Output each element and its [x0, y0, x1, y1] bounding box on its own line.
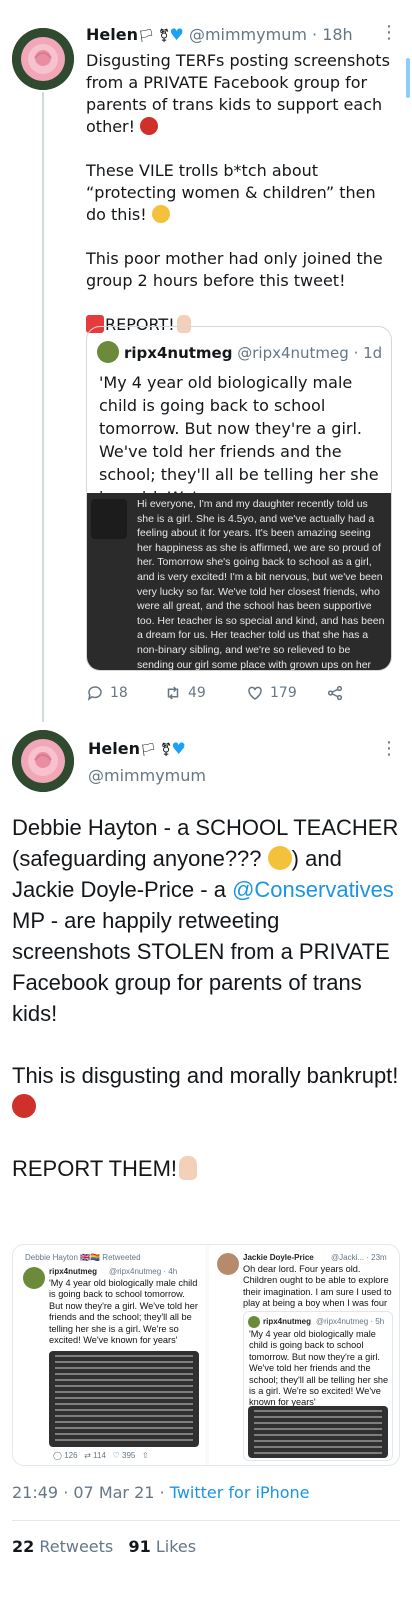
- more-options-icon[interactable]: ⋮: [380, 738, 398, 759]
- reply-button[interactable]: 18: [86, 684, 128, 702]
- retweet-icon: [167, 686, 179, 700]
- tweet-text: Debbie Hayton - a SCHOOL TEACHER (safegu…: [12, 812, 400, 1184]
- angry-face-icon: [140, 117, 159, 135]
- screenshot-avatar: [23, 1267, 45, 1289]
- angry-face-icon: [12, 1094, 36, 1118]
- reply-icon: [87, 686, 102, 701]
- quoted-tweet[interactable]: ripx4nutmeg @ripx4nutmeg · 1d 'My 4 year…: [86, 326, 392, 671]
- heart-icon: [248, 686, 262, 700]
- exploding-head-icon: [151, 205, 170, 223]
- rose-avatar-image: [12, 730, 74, 792]
- tweet-time[interactable]: · 18h: [312, 25, 353, 44]
- tweet-media[interactable]: Debbie Hayton 🇬🇧🏳️‍🌈 Retweeted ripx4nutm…: [12, 1244, 400, 1466]
- quoted-text: 'My 4 year old biologically male child i…: [99, 373, 379, 507]
- screenshot-quoted-name: ripx4nutmeg: [263, 1317, 312, 1326]
- pointing-down-hand-icon: [179, 1156, 198, 1180]
- tweet-paragraph: REPORT THEM!: [12, 1156, 178, 1181]
- like-count: 395: [122, 1451, 136, 1460]
- blue-heart-icon: ♥: [169, 25, 184, 44]
- blue-heart-icon: ♥: [171, 739, 186, 758]
- share-icon: [327, 685, 343, 701]
- avatar[interactable]: [12, 730, 74, 792]
- engagement-stats: 22 Retweets 91 Likes: [12, 1537, 196, 1556]
- tweet-text-part: MP - are happily retweeting screenshots …: [12, 908, 390, 1026]
- screenshot-text: Hi everyone, I'm and my daughter recentl…: [137, 498, 385, 671]
- quoted-author-handle: @ripx4nutmeg: [237, 344, 349, 362]
- reply-icon: ◯: [53, 1451, 62, 1460]
- screenshot-quoted-tweet: ripx4nutmeg @ripx4nutmeg · 5h 'My 4 year…: [243, 1311, 393, 1461]
- retweet-total: 22: [12, 1537, 35, 1556]
- screenshot-author-handle: @ripx4nutmeg · 4h: [109, 1267, 178, 1276]
- retweet-label: Retweets: [34, 1537, 114, 1556]
- screenshot-dark-image: [49, 1351, 199, 1447]
- screenshot-quoted-text: 'My 4 year old biologically male child i…: [249, 1329, 389, 1408]
- screenshot-avatar: [217, 1253, 239, 1275]
- screenshot-avatar: [248, 1316, 260, 1328]
- screenshot-quoted-handle: @ripx4nutmeg · 5h: [316, 1317, 385, 1326]
- screenshot-text: 'My 4 year old biologically male child i…: [49, 1278, 198, 1346]
- quoted-author-name: ripx4nutmeg: [124, 344, 233, 362]
- redacted-profile-image: [91, 499, 127, 539]
- share-icon: ⇧: [142, 1451, 149, 1460]
- share-button[interactable]: [326, 684, 344, 702]
- like-label: Likes: [150, 1537, 197, 1556]
- tweet-actions: 18 49 179: [86, 684, 366, 704]
- retweet-button[interactable]: 49: [164, 684, 206, 702]
- tweet-paragraph: This poor mother had only joined the gro…: [86, 249, 383, 290]
- thread-line: [42, 92, 44, 722]
- tweet-timestamp: 21:49 · 07 Mar 21 · Twitter for iPhone: [12, 1483, 310, 1502]
- scrollbar[interactable]: [406, 58, 410, 98]
- screenshot-dark-image: [248, 1406, 388, 1458]
- retweets-stat[interactable]: 22 Retweets: [12, 1537, 113, 1556]
- tweet-paragraph: These VILE trolls b*tch about “protectin…: [86, 161, 376, 224]
- like-count: 179: [270, 685, 297, 701]
- tweet-paragraph: Disgusting TERFs posting screenshots fro…: [86, 51, 390, 136]
- quoted-screenshot-image[interactable]: Hi everyone, I'm and my daughter recentl…: [87, 493, 391, 671]
- tweet-paragraph: This is disgusting and morally bankrupt!: [12, 1063, 399, 1088]
- reply-count: 126: [64, 1451, 78, 1460]
- author-name-line[interactable]: Helen🏳 ⚧♥: [88, 738, 186, 762]
- rose-avatar-image: [12, 28, 74, 90]
- author-handle[interactable]: @mimmymum: [88, 766, 206, 785]
- quoted-avatar[interactable]: [97, 341, 119, 363]
- screenshot-author-name: ripx4nutmeg: [49, 1267, 98, 1276]
- author-handle[interactable]: @mimmymum: [189, 25, 307, 44]
- source-link[interactable]: Twitter for iPhone: [170, 1483, 310, 1502]
- timestamp-text: 21:49 · 07 Mar 21 ·: [12, 1483, 170, 1502]
- media-image-left[interactable]: Debbie Hayton 🇬🇧🏳️‍🌈 Retweeted ripx4nutm…: [13, 1245, 205, 1465]
- retweeted-by-label: Debbie Hayton 🇬🇧🏳️‍🌈 Retweeted: [25, 1253, 141, 1262]
- profile-badges: 🏳 ⚧: [137, 29, 170, 44]
- retweet-count: 114: [93, 1451, 106, 1460]
- screenshot-actions: ◯ 126 ⇄ 114 ♡ 395 ⇧: [53, 1451, 149, 1460]
- reply-count: 18: [110, 685, 128, 701]
- author-name[interactable]: Helen: [88, 739, 140, 758]
- tweet-text: Disgusting TERFs posting screenshots fro…: [86, 50, 391, 336]
- avatar[interactable]: [12, 28, 74, 90]
- like-total: 91: [128, 1537, 151, 1556]
- screenshot-author-handle: @Jacki... · 23m: [331, 1253, 387, 1262]
- screenshot-author-name: Jackie Doyle-Price: [243, 1253, 314, 1262]
- likes-stat[interactable]: 91 Likes: [129, 1537, 197, 1556]
- profile-badges: 🏳 ⚧: [139, 743, 172, 758]
- screenshot-text: Oh dear lord. Four years old. Children o…: [243, 1264, 392, 1309]
- author-name[interactable]: Helen: [86, 25, 138, 44]
- heart-icon: ♡: [112, 1451, 120, 1460]
- flushed-face-icon: [267, 846, 292, 870]
- divider: [12, 1520, 400, 1521]
- mention-link[interactable]: @Conservatives: [232, 877, 394, 902]
- retweet-icon: ⇄: [84, 1451, 91, 1460]
- media-image-right[interactable]: Jackie Doyle-Price @Jacki... · 23m Oh de…: [209, 1245, 399, 1465]
- like-button[interactable]: 179: [246, 684, 297, 702]
- retweet-count: 49: [188, 685, 206, 701]
- quoted-time: · 1d: [353, 344, 383, 362]
